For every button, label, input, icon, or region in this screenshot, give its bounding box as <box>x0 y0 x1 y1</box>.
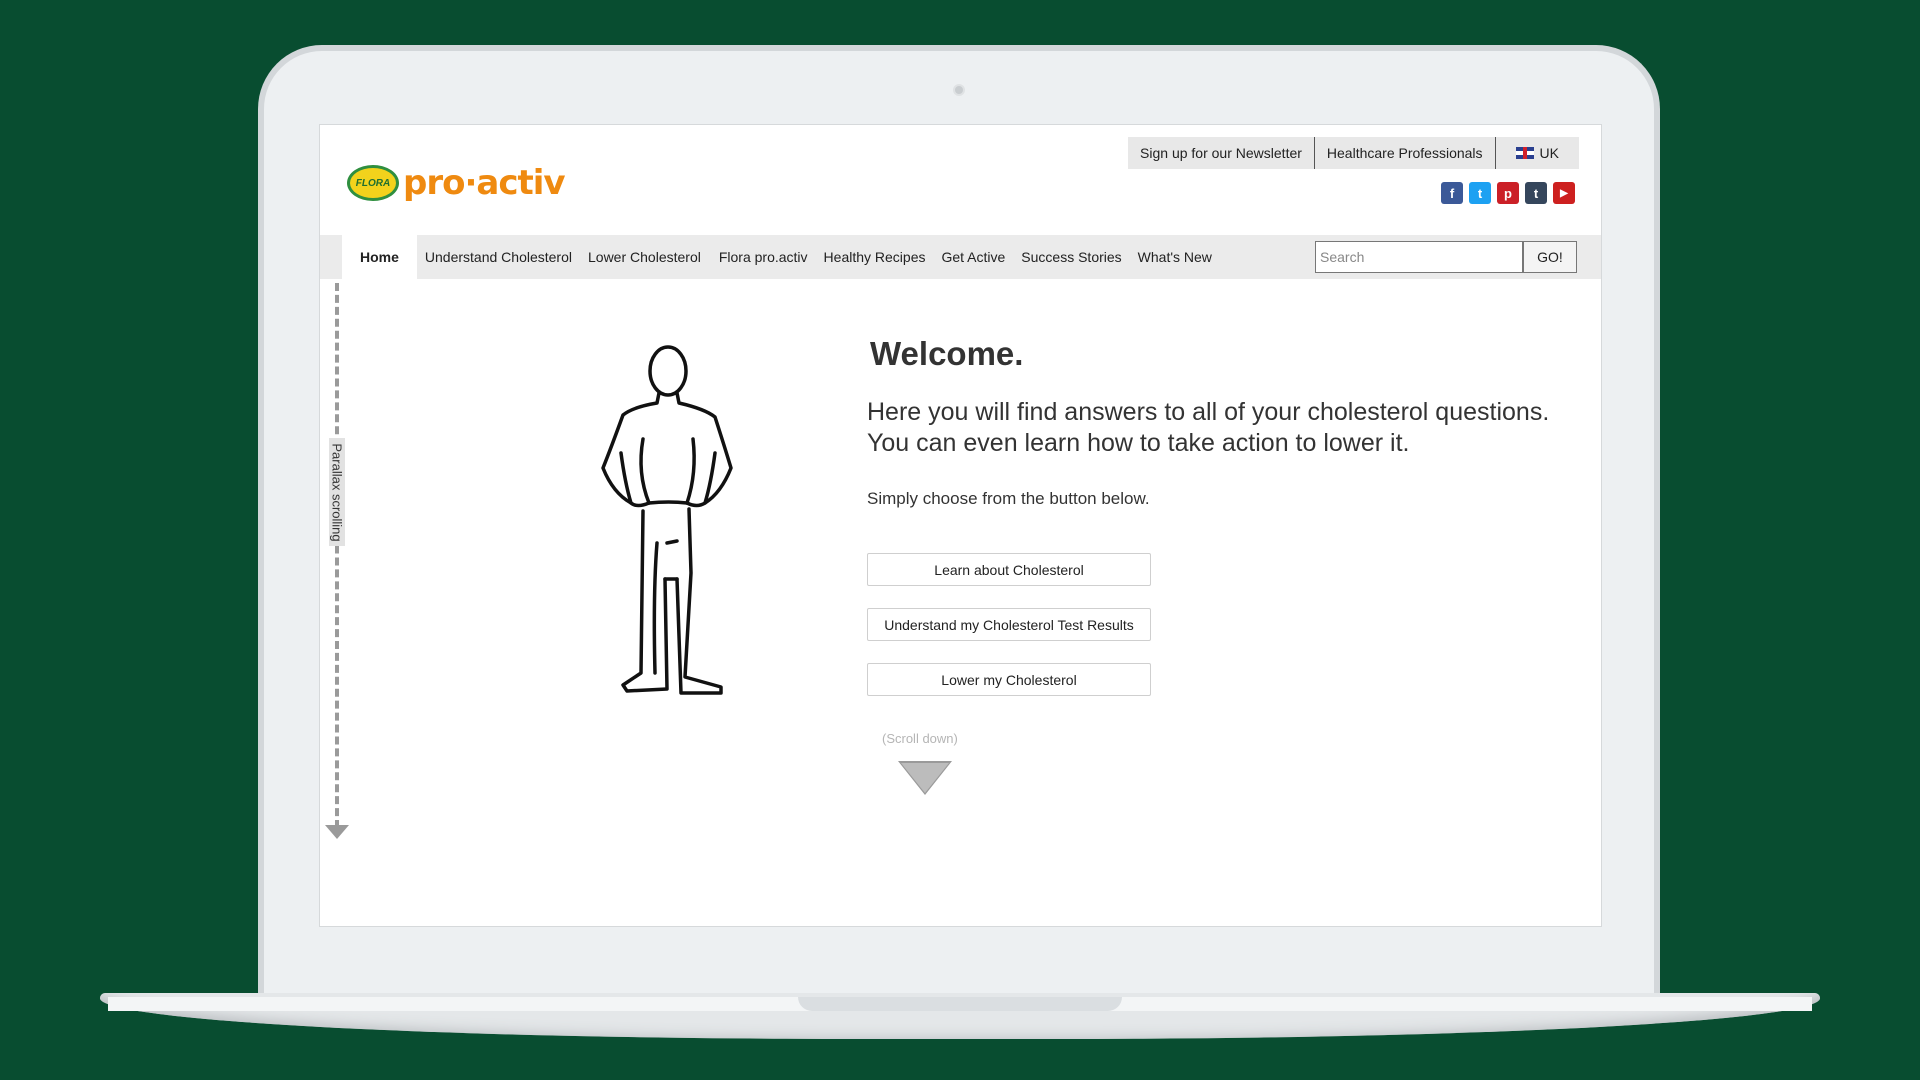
newsletter-signup-link[interactable]: Sign up for our Newsletter <box>1128 137 1315 169</box>
healthcare-professionals-link[interactable]: Healthcare Professionals <box>1314 137 1496 169</box>
search-input[interactable] <box>1315 241 1523 273</box>
search-go-button[interactable]: GO! <box>1523 241 1577 273</box>
logo-wordmark: pro·activ <box>403 163 566 203</box>
laptop-base-notch <box>798 997 1122 1011</box>
parallax-scrolling-label: Parallax scrolling <box>329 438 345 546</box>
country-selector[interactable]: UK <box>1495 137 1579 169</box>
nav-item-get-active[interactable]: Get Active <box>933 235 1013 279</box>
parallax-dashed-line <box>335 283 339 828</box>
facebook-icon[interactable]: f <box>1441 182 1463 204</box>
page-title: Welcome. <box>870 335 1024 372</box>
nav-item-success-stories[interactable]: Success Stories <box>1013 235 1129 279</box>
nav-item-whats-new[interactable]: What's New <box>1130 235 1220 279</box>
country-label: UK <box>1539 145 1559 161</box>
top-links: Sign up for our Newsletter Healthcare Pr… <box>1128 137 1579 169</box>
social-links: f t p t ▶ <box>1441 182 1575 204</box>
parallax-arrow-down-icon <box>325 825 349 839</box>
main-nav: Home Understand Cholesterol Lower Choles… <box>320 235 1601 279</box>
nav-item-understand-cholesterol[interactable]: Understand Cholesterol <box>417 235 580 279</box>
learn-about-cholesterol-button[interactable]: Learn about Cholesterol <box>867 553 1151 586</box>
nav-item-lower-cholesterol[interactable]: Lower Cholesterol <box>580 235 709 279</box>
pinterest-icon[interactable]: p <box>1497 182 1519 204</box>
standing-man-illustration <box>601 345 733 695</box>
nav-item-home[interactable]: Home <box>342 235 417 279</box>
scroll-down-label: (Scroll down) <box>882 731 958 746</box>
understand-test-results-button[interactable]: Understand my Cholesterol Test Results <box>867 608 1151 641</box>
instruction-text: Simply choose from the button below. <box>867 489 1150 508</box>
browser-screen: FLORA pro·activ Sign up for our Newslett… <box>319 124 1602 927</box>
webcam-icon <box>953 84 965 96</box>
uk-flag-icon <box>1515 147 1534 159</box>
intro-text: Here you will find answers to all of you… <box>867 398 1550 457</box>
flora-heart-icon: FLORA <box>347 165 399 201</box>
twitter-icon[interactable]: t <box>1469 182 1491 204</box>
youtube-icon[interactable]: ▶ <box>1553 182 1575 204</box>
flora-proactiv-logo[interactable]: FLORA pro·activ <box>347 161 566 205</box>
nav-item-healthy-recipes[interactable]: Healthy Recipes <box>816 235 934 279</box>
nav-item-flora-proactiv[interactable]: Flora pro.activ <box>709 235 816 279</box>
lower-my-cholesterol-button[interactable]: Lower my Cholesterol <box>867 663 1151 696</box>
scroll-down-arrow-fill <box>901 763 949 793</box>
tumblr-icon[interactable]: t <box>1525 182 1547 204</box>
